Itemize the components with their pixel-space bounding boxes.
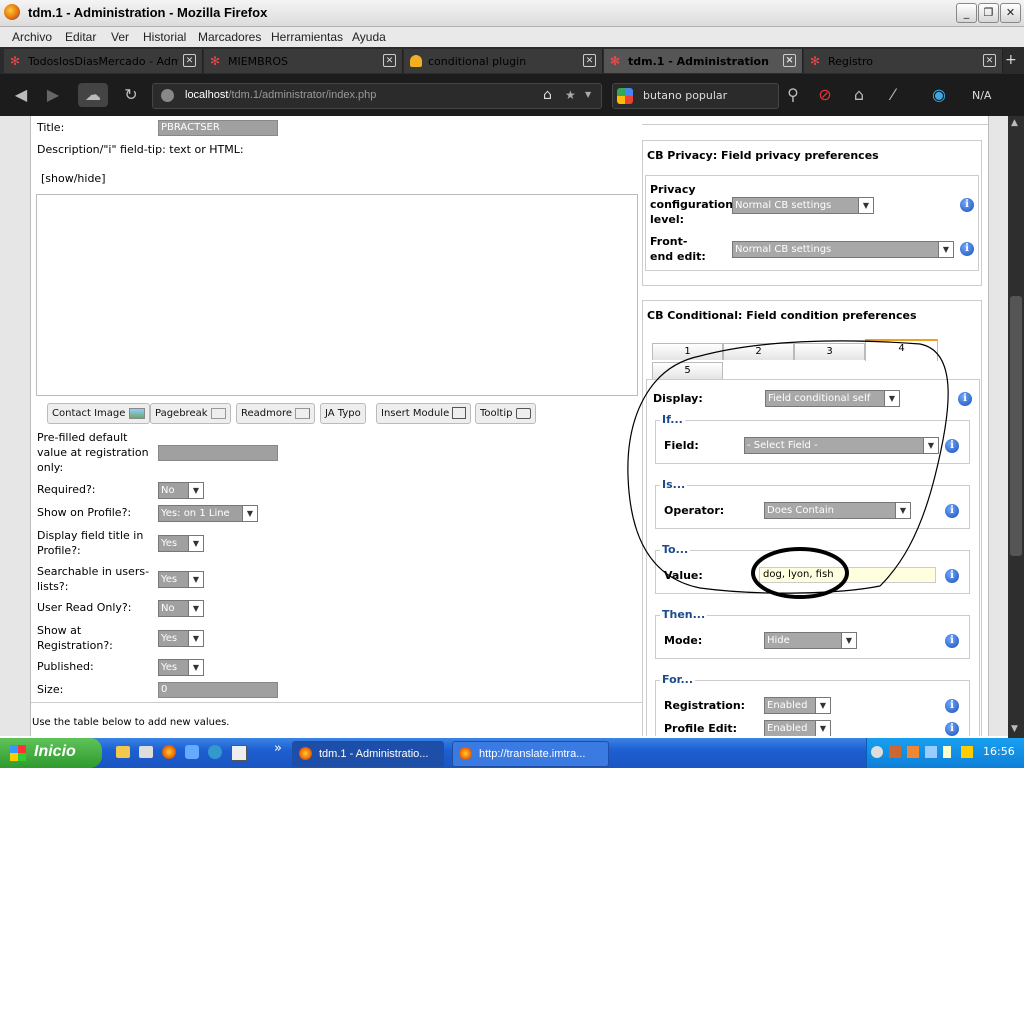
dropdown-arrow-icon[interactable]: ▼ bbox=[585, 90, 591, 99]
more-icon[interactable]: » bbox=[274, 741, 282, 756]
search-input[interactable]: butano popular bbox=[643, 89, 727, 102]
tab-bar: ✻ TodoslosDiasMercado - Admi... ✕ ✻ MIEM… bbox=[0, 47, 1024, 74]
wand-icon[interactable]: ⁄ bbox=[880, 83, 906, 107]
helmet-icon bbox=[410, 55, 422, 67]
menu-ver[interactable]: Ver bbox=[111, 30, 129, 44]
system-tray: 16:56 bbox=[866, 738, 1024, 768]
url-host: localhost bbox=[185, 89, 229, 101]
firefox-icon bbox=[459, 747, 472, 760]
na-label[interactable]: N/A bbox=[972, 89, 991, 102]
windows-taskbar: Inicio » tdm.1 - Administratio... http:/… bbox=[0, 738, 1024, 768]
back-icon[interactable]: ◀ bbox=[8, 83, 34, 107]
navigation-toolbar: ◀ ▶ ☁ ↻ localhost/tdm.1/administrator/in… bbox=[0, 74, 1024, 116]
taskbar-item-translate[interactable]: http://translate.imtra... bbox=[452, 741, 609, 767]
star-icon[interactable]: ★ bbox=[565, 88, 576, 102]
stop-icon[interactable]: ⊘ bbox=[812, 83, 838, 107]
joomla-icon: ✻ bbox=[810, 54, 821, 68]
clock: 16:56 bbox=[983, 745, 1015, 758]
firefox-icon bbox=[299, 747, 312, 760]
firefox-icon bbox=[4, 4, 20, 20]
globe-icon bbox=[161, 89, 174, 102]
start-button[interactable]: Inicio bbox=[0, 738, 102, 768]
search-icon[interactable]: ⚲ bbox=[780, 83, 806, 107]
scroll-down-icon[interactable]: ▼ bbox=[1011, 724, 1018, 734]
usb-icon[interactable] bbox=[943, 746, 951, 758]
menu-historial[interactable]: Historial bbox=[143, 30, 186, 44]
firefox-quicklaunch-icon[interactable] bbox=[162, 745, 176, 759]
close-tab-icon[interactable]: ✕ bbox=[383, 54, 396, 67]
folder-icon[interactable] bbox=[116, 746, 130, 758]
maximize-button[interactable]: ❐ bbox=[978, 3, 999, 23]
world-icon[interactable]: ◉ bbox=[926, 83, 952, 107]
taskbar-item-tdm[interactable]: tdm.1 - Administratio... bbox=[292, 741, 444, 767]
google-icon bbox=[617, 88, 633, 104]
tab-registro[interactable]: ✻ Registro ✕ bbox=[804, 49, 1003, 73]
forward-icon[interactable]: ▶ bbox=[40, 83, 66, 107]
menu-editar[interactable]: Editar bbox=[65, 30, 96, 44]
page-content: Title: PBRACTSER Description/"i" field-t… bbox=[0, 116, 1008, 736]
vertical-scrollbar[interactable]: ▲ ▼ bbox=[1008, 116, 1024, 738]
scroll-up-icon[interactable]: ▲ bbox=[1011, 118, 1018, 128]
tab-todoslosdias[interactable]: ✻ TodoslosDiasMercado - Admi... ✕ bbox=[4, 49, 203, 73]
network-icon[interactable] bbox=[925, 746, 937, 758]
app-icon[interactable] bbox=[185, 745, 199, 759]
reload-icon[interactable]: ↻ bbox=[118, 83, 144, 107]
tray-expand-icon[interactable] bbox=[871, 746, 883, 758]
menu-bar: Archivo Editar Ver Historial Marcadores … bbox=[0, 27, 1024, 47]
url-bar[interactable]: localhost/tdm.1/administrator/index.php … bbox=[152, 83, 602, 109]
tray-app-icon[interactable] bbox=[889, 746, 901, 758]
url-path: /tdm.1/administrator/index.php bbox=[228, 89, 377, 101]
windows-logo-icon bbox=[10, 745, 26, 761]
close-button[interactable]: ✕ bbox=[1000, 3, 1021, 23]
tab-miembros[interactable]: ✻ MIEMBROS ✕ bbox=[204, 49, 403, 73]
menu-ayuda[interactable]: Ayuda bbox=[352, 30, 386, 44]
window-title: tdm.1 - Administration - Mozilla Firefox bbox=[28, 5, 268, 20]
home-icon[interactable]: ⌂ bbox=[846, 83, 872, 107]
search-bar[interactable]: butano popular bbox=[612, 83, 779, 109]
tab-conditional-plugin[interactable]: conditional plugin ✕ bbox=[404, 49, 603, 73]
printer-icon[interactable] bbox=[139, 746, 153, 758]
antivirus-icon[interactable] bbox=[961, 746, 973, 758]
speech-bubble-icon[interactable]: ☁ bbox=[78, 83, 108, 107]
joomla-icon: ✻ bbox=[210, 54, 221, 68]
close-tab-icon[interactable]: ✕ bbox=[983, 54, 996, 67]
menu-archivo[interactable]: Archivo bbox=[12, 30, 52, 44]
menu-marcadores[interactable]: Marcadores bbox=[198, 30, 261, 44]
tray-app-icon[interactable] bbox=[907, 746, 919, 758]
calculator-icon[interactable] bbox=[231, 745, 247, 761]
minimize-button[interactable]: _ bbox=[956, 3, 977, 23]
window-title-bar: tdm.1 - Administration - Mozilla Firefox… bbox=[0, 0, 1024, 27]
new-tab-icon[interactable]: + bbox=[1005, 52, 1017, 68]
hand-drawn-annotation bbox=[627, 340, 949, 599]
scrollbar-thumb[interactable] bbox=[1010, 296, 1022, 556]
close-tab-icon[interactable]: ✕ bbox=[183, 54, 196, 67]
ie-icon[interactable] bbox=[208, 745, 222, 759]
home-bookmark-icon[interactable]: ⌂ bbox=[543, 87, 552, 103]
joomla-icon: ✻ bbox=[610, 54, 621, 68]
close-tab-icon[interactable]: ✕ bbox=[783, 54, 796, 67]
joomla-icon: ✻ bbox=[10, 54, 21, 68]
menu-herramientas[interactable]: Herramientas bbox=[271, 30, 343, 44]
tab-tdm-administration[interactable]: ✻ tdm.1 - Administration ✕ bbox=[604, 49, 803, 73]
close-tab-icon[interactable]: ✕ bbox=[583, 54, 596, 67]
